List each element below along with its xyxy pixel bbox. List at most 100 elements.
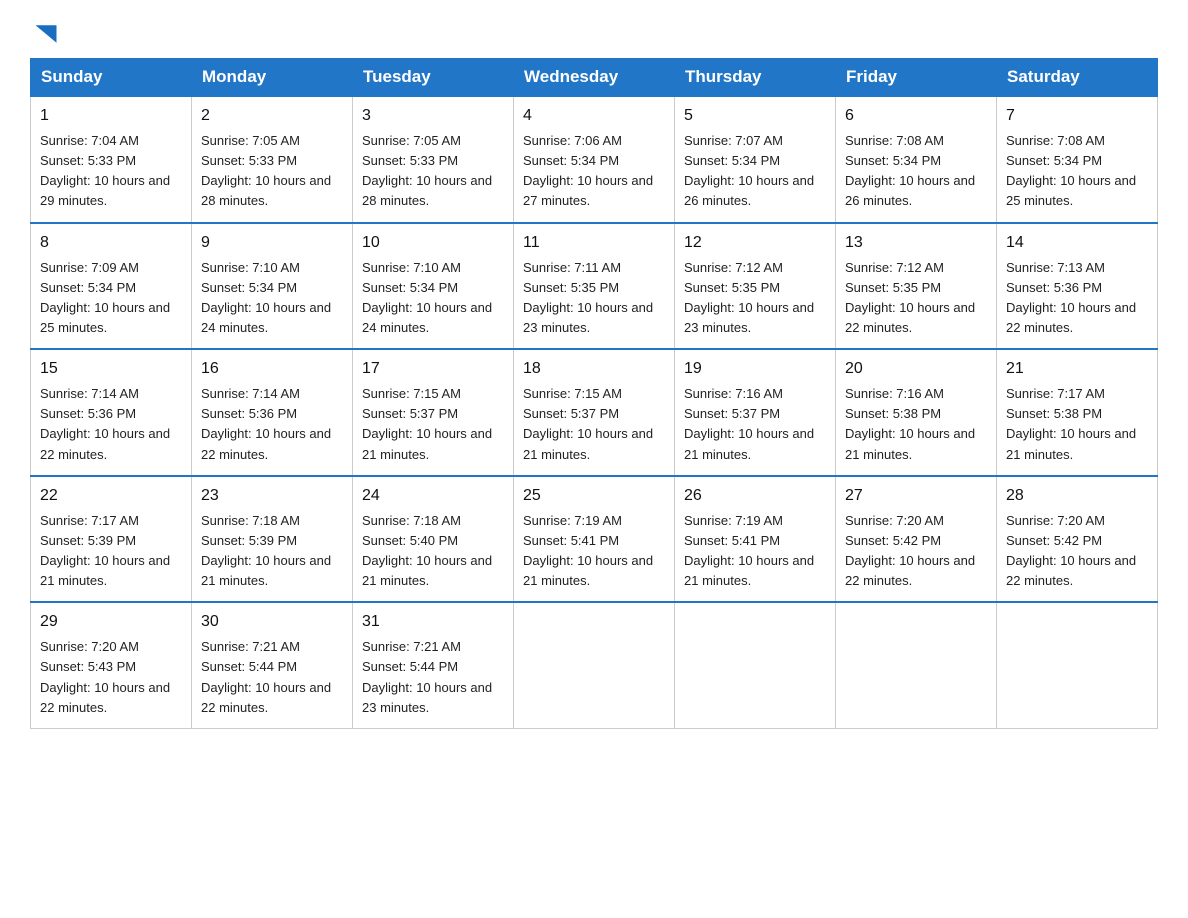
day-number: 1 [40,104,182,128]
day-number: 6 [845,104,987,128]
calendar-day-cell: 10 Sunrise: 7:10 AMSunset: 5:34 PMDayligh… [353,223,514,350]
day-info: Sunrise: 7:09 AMSunset: 5:34 PMDaylight:… [40,258,182,339]
page-header [30,20,1158,40]
day-info: Sunrise: 7:08 AMSunset: 5:34 PMDaylight:… [1006,131,1148,212]
calendar-day-cell: 23 Sunrise: 7:18 AMSunset: 5:39 PMDayligh… [192,476,353,603]
day-number: 28 [1006,484,1148,508]
day-info: Sunrise: 7:15 AMSunset: 5:37 PMDaylight:… [362,384,504,465]
day-info: Sunrise: 7:21 AMSunset: 5:44 PMDaylight:… [362,637,504,718]
day-number: 11 [523,231,665,255]
day-number: 22 [40,484,182,508]
day-number: 3 [362,104,504,128]
logo [30,20,60,40]
day-number: 25 [523,484,665,508]
day-info: Sunrise: 7:04 AMSunset: 5:33 PMDaylight:… [40,131,182,212]
day-info: Sunrise: 7:18 AMSunset: 5:40 PMDaylight:… [362,511,504,592]
calendar-day-cell: 24 Sunrise: 7:18 AMSunset: 5:40 PMDayligh… [353,476,514,603]
weekday-header-tuesday: Tuesday [353,59,514,97]
day-info: Sunrise: 7:20 AMSunset: 5:42 PMDaylight:… [1006,511,1148,592]
weekday-header-saturday: Saturday [997,59,1158,97]
day-info: Sunrise: 7:14 AMSunset: 5:36 PMDaylight:… [40,384,182,465]
weekday-header-friday: Friday [836,59,997,97]
calendar-day-cell: 6Sunrise: 7:08 AMSunset: 5:34 PMDaylight… [836,96,997,223]
day-number: 27 [845,484,987,508]
calendar-day-cell: 17Sunrise: 7:15 AMSunset: 5:37 PMDayligh… [353,349,514,476]
day-info: Sunrise: 7:16 AMSunset: 5:38 PMDaylight:… [845,384,987,465]
weekday-header-row: SundayMondayTuesdayWednesdayThursdayFrid… [31,59,1158,97]
calendar-day-cell: 12 Sunrise: 7:12 AMSunset: 5:35 PMDayligh… [675,223,836,350]
weekday-header-monday: Monday [192,59,353,97]
calendar-day-cell: 18 Sunrise: 7:15 AMSunset: 5:37 PMDayligh… [514,349,675,476]
day-info: Sunrise: 7:05 AMSunset: 5:33 PMDaylight:… [362,131,504,212]
day-info: Sunrise: 7:18 AMSunset: 5:39 PMDaylight:… [201,511,343,592]
calendar-day-cell: 21 Sunrise: 7:17 AMSunset: 5:38 PMDayligh… [997,349,1158,476]
day-number: 24 [362,484,504,508]
day-number: 18 [523,357,665,381]
calendar-day-cell: 28 Sunrise: 7:20 AMSunset: 5:42 PMDayligh… [997,476,1158,603]
calendar-day-cell: 27 Sunrise: 7:20 AMSunset: 5:42 PMDayligh… [836,476,997,603]
calendar-day-cell: 13 Sunrise: 7:12 AMSunset: 5:35 PMDayligh… [836,223,997,350]
calendar-week-row: 1 Sunrise: 7:04 AMSunset: 5:33 PMDaylight… [31,96,1158,223]
calendar-day-cell: 20Sunrise: 7:16 AMSunset: 5:38 PMDayligh… [836,349,997,476]
calendar-day-cell [514,602,675,728]
day-number: 16 [201,357,343,381]
day-number: 9 [201,231,343,255]
day-number: 19 [684,357,826,381]
calendar-week-row: 29 Sunrise: 7:20 AMSunset: 5:43 PMDayligh… [31,602,1158,728]
calendar-week-row: 15 Sunrise: 7:14 AMSunset: 5:36 PMDayligh… [31,349,1158,476]
day-info: Sunrise: 7:15 AMSunset: 5:37 PMDaylight:… [523,384,665,465]
day-number: 8 [40,231,182,255]
day-number: 7 [1006,104,1148,128]
calendar-table: SundayMondayTuesdayWednesdayThursdayFrid… [30,58,1158,729]
day-info: Sunrise: 7:19 AMSunset: 5:41 PMDaylight:… [684,511,826,592]
day-info: Sunrise: 7:17 AMSunset: 5:39 PMDaylight:… [40,511,182,592]
day-info: Sunrise: 7:12 AMSunset: 5:35 PMDaylight:… [845,258,987,339]
day-info: Sunrise: 7:16 AMSunset: 5:37 PMDaylight:… [684,384,826,465]
day-number: 10 [362,231,504,255]
day-info: Sunrise: 7:11 AMSunset: 5:35 PMDaylight:… [523,258,665,339]
calendar-day-cell: 14 Sunrise: 7:13 AMSunset: 5:36 PMDayligh… [997,223,1158,350]
calendar-day-cell: 30 Sunrise: 7:21 AMSunset: 5:44 PMDayligh… [192,602,353,728]
calendar-day-cell: 29 Sunrise: 7:20 AMSunset: 5:43 PMDayligh… [31,602,192,728]
calendar-day-cell: 19 Sunrise: 7:16 AMSunset: 5:37 PMDayligh… [675,349,836,476]
calendar-day-cell [997,602,1158,728]
day-info: Sunrise: 7:12 AMSunset: 5:35 PMDaylight:… [684,258,826,339]
day-info: Sunrise: 7:20 AMSunset: 5:43 PMDaylight:… [40,637,182,718]
day-number: 14 [1006,231,1148,255]
calendar-day-cell: 31 Sunrise: 7:21 AMSunset: 5:44 PMDayligh… [353,602,514,728]
calendar-day-cell [836,602,997,728]
day-number: 29 [40,610,182,634]
day-info: Sunrise: 7:10 AMSunset: 5:34 PMDaylight:… [201,258,343,339]
day-number: 31 [362,610,504,634]
calendar-day-cell: 22 Sunrise: 7:17 AMSunset: 5:39 PMDayligh… [31,476,192,603]
day-number: 23 [201,484,343,508]
calendar-day-cell: 9 Sunrise: 7:10 AMSunset: 5:34 PMDaylight… [192,223,353,350]
day-number: 12 [684,231,826,255]
day-number: 21 [1006,357,1148,381]
calendar-day-cell: 5 Sunrise: 7:07 AMSunset: 5:34 PMDaylight… [675,96,836,223]
calendar-day-cell: 3 Sunrise: 7:05 AMSunset: 5:33 PMDaylight… [353,96,514,223]
calendar-day-cell: 4 Sunrise: 7:06 AMSunset: 5:34 PMDaylight… [514,96,675,223]
day-info: Sunrise: 7:06 AMSunset: 5:34 PMDaylight:… [523,131,665,212]
day-info: Sunrise: 7:10 AMSunset: 5:34 PMDaylight:… [362,258,504,339]
day-info: Sunrise: 7:21 AMSunset: 5:44 PMDaylight:… [201,637,343,718]
day-number: 5 [684,104,826,128]
calendar-day-cell: 15 Sunrise: 7:14 AMSunset: 5:36 PMDayligh… [31,349,192,476]
day-number: 30 [201,610,343,634]
day-number: 26 [684,484,826,508]
day-info: Sunrise: 7:07 AMSunset: 5:34 PMDaylight:… [684,131,826,212]
day-number: 13 [845,231,987,255]
calendar-week-row: 8 Sunrise: 7:09 AMSunset: 5:34 PMDaylight… [31,223,1158,350]
day-number: 15 [40,357,182,381]
calendar-day-cell: 11 Sunrise: 7:11 AMSunset: 5:35 PMDayligh… [514,223,675,350]
day-info: Sunrise: 7:17 AMSunset: 5:38 PMDaylight:… [1006,384,1148,465]
day-info: Sunrise: 7:19 AMSunset: 5:41 PMDaylight:… [523,511,665,592]
day-info: Sunrise: 7:20 AMSunset: 5:42 PMDaylight:… [845,511,987,592]
weekday-header-wednesday: Wednesday [514,59,675,97]
day-info: Sunrise: 7:05 AMSunset: 5:33 PMDaylight:… [201,131,343,212]
calendar-week-row: 22 Sunrise: 7:17 AMSunset: 5:39 PMDayligh… [31,476,1158,603]
logo-triangle-icon [32,20,60,48]
calendar-day-cell: 1 Sunrise: 7:04 AMSunset: 5:33 PMDaylight… [31,96,192,223]
day-info: Sunrise: 7:13 AMSunset: 5:36 PMDaylight:… [1006,258,1148,339]
day-number: 4 [523,104,665,128]
